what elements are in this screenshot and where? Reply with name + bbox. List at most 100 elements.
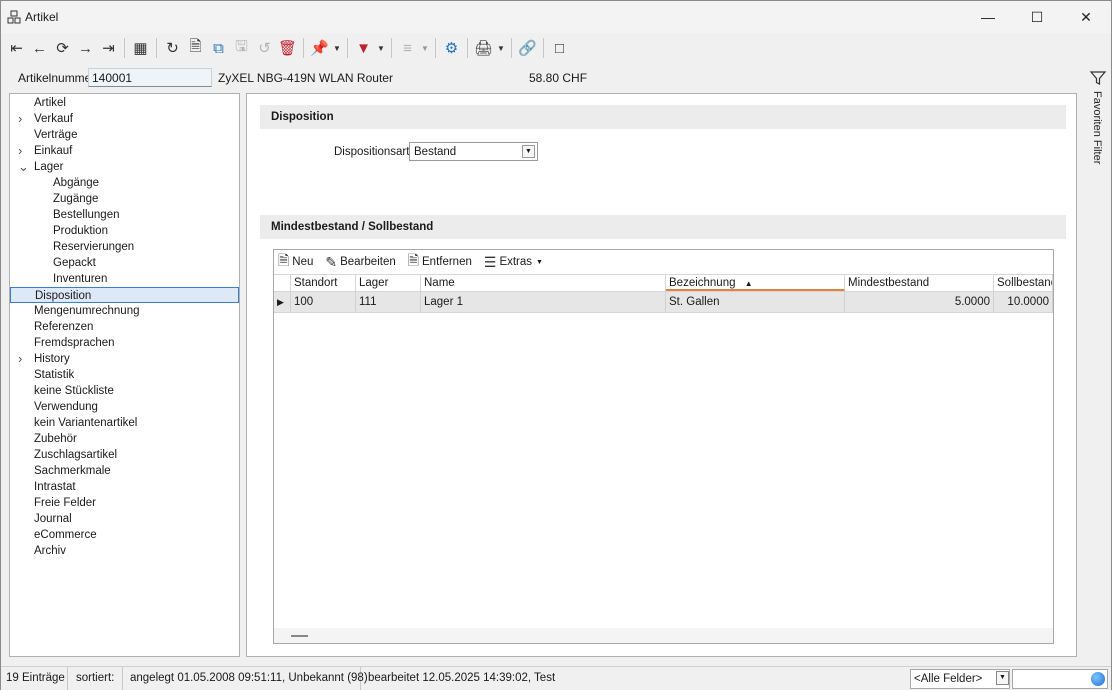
tree-item[interactable]: ⌄ Lager	[10, 159, 239, 175]
tree-item[interactable]: Sachmerkmale	[10, 463, 239, 479]
chevron-right-icon[interactable]: ›	[18, 143, 22, 159]
tree-item-label: Freie Felder	[34, 497, 96, 509]
last-record-icon[interactable]: ⇥	[97, 36, 120, 60]
layout-icon[interactable]: □	[548, 36, 571, 60]
column-header-mindestbestand[interactable]: Mindestbestand	[845, 275, 994, 291]
disposition-type-select[interactable]: Bestand ▼	[409, 142, 538, 161]
tree-item[interactable]: Intrastat	[10, 479, 239, 495]
tree-item[interactable]: Zubehör	[10, 431, 239, 447]
tree-item[interactable]: Disposition	[10, 287, 239, 303]
tree-item[interactable]: eCommerce	[10, 527, 239, 543]
tree-item[interactable]: Freie Felder	[10, 495, 239, 511]
tree-item[interactable]: keine Stückliste	[10, 383, 239, 399]
tree-item[interactable]: Zugänge	[10, 191, 239, 207]
edit-button-label: Bearbeiten	[340, 256, 396, 268]
tree-dropdown-icon[interactable]: ▼	[419, 36, 431, 60]
tree-item[interactable]: Abgänge	[10, 175, 239, 191]
remove-button[interactable]: 🗎 Entfernen	[408, 250, 472, 274]
favorites-filter-tab[interactable]: Favoriten Filter	[1091, 91, 1103, 164]
column-header-standort[interactable]: Standort	[291, 275, 356, 291]
table-row[interactable]: ▶ 100 111 Lager 1 St. Gallen 5.0000 10.0…	[274, 292, 1053, 313]
refresh-icon[interactable]: ↻	[161, 36, 184, 60]
tree-item-label: Referenzen	[34, 321, 94, 333]
link-icon[interactable]: 🔗	[516, 36, 539, 60]
tree-item[interactable]: › Einkauf	[10, 143, 239, 159]
close-button[interactable]: ✕	[1063, 1, 1109, 33]
new-button[interactable]: 🗎 Neu	[278, 250, 313, 274]
next-record-icon[interactable]: →	[74, 36, 97, 60]
column-header-bezeichnung[interactable]: Bezeichnung ▲	[666, 275, 845, 291]
column-header-name[interactable]: Name	[421, 275, 666, 291]
status-sorted: sortiert:	[71, 667, 123, 690]
copy-icon[interactable]: ⧉	[207, 36, 230, 60]
edit-button[interactable]: ✎ Bearbeiten	[325, 254, 395, 271]
grid-header: Standort Lager Name Bezeichnung ▲ Mindes…	[274, 274, 1053, 292]
minimize-button[interactable]: —	[965, 1, 1011, 33]
tree-item[interactable]: Mengenumrechnung	[10, 303, 239, 319]
title-bar: Artikel — ☐ ✕	[1, 1, 1111, 33]
tree-item[interactable]: Journal	[10, 511, 239, 527]
undo-icon[interactable]: ↺	[253, 36, 276, 60]
save-icon[interactable]: 🖫	[230, 36, 253, 60]
table-view-icon[interactable]: ▦	[129, 36, 152, 60]
toolbar-separator	[435, 38, 436, 58]
tree-item-label: Zuschlagsartikel	[34, 449, 118, 461]
tree-item-label: Fremdsprachen	[34, 337, 115, 349]
new-document-icon[interactable]: 🗎	[184, 36, 207, 60]
tree-item[interactable]: kein Variantenartikel	[10, 415, 239, 431]
chevron-down-icon[interactable]: ▼	[522, 145, 535, 158]
tree-item-label: Mengenumrechnung	[34, 305, 140, 317]
extras-button[interactable]: ☰ Extras ▼	[484, 254, 543, 271]
tree-item[interactable]: Statistik	[10, 367, 239, 383]
tree-icon[interactable]: ≡	[396, 36, 419, 60]
tree-item-label: History	[34, 353, 70, 365]
tree-item[interactable]: Bestellungen	[10, 207, 239, 223]
grid-footer-handle[interactable]	[291, 635, 308, 637]
tree-item[interactable]: Verträge	[10, 127, 239, 143]
chevron-right-icon[interactable]: ›	[18, 351, 22, 367]
row-pointer-icon: ▶	[274, 292, 291, 312]
chevron-down-icon[interactable]: ⌄	[18, 159, 29, 175]
pin-dropdown-icon[interactable]: ▼	[331, 36, 343, 60]
tree-item[interactable]: Artikel	[10, 95, 239, 111]
search-input[interactable]	[1012, 669, 1108, 689]
tree-item[interactable]: Zuschlagsartikel	[10, 447, 239, 463]
field-select[interactable]: <Alle Felder>	[910, 669, 1010, 689]
tree-item[interactable]: › History	[10, 351, 239, 367]
delete-icon[interactable]: 🗑	[276, 36, 299, 60]
tree-item[interactable]: › Verkauf	[10, 111, 239, 127]
article-number-field[interactable]: 140001	[88, 68, 212, 87]
chevron-right-icon[interactable]: ›	[18, 111, 22, 127]
funnel-icon[interactable]	[1089, 69, 1107, 87]
status-bar: 19 Einträge sortiert: angelegt 01.05.200…	[1, 666, 1111, 690]
tree-item[interactable]: Inventuren	[10, 271, 239, 287]
first-record-icon[interactable]: ⇤	[5, 36, 28, 60]
tree-item-label: Archiv	[34, 545, 66, 557]
globe-icon[interactable]	[1091, 672, 1105, 686]
tree-item[interactable]: Fremdsprachen	[10, 335, 239, 351]
tree-item[interactable]: Referenzen	[10, 319, 239, 335]
tree-item[interactable]: Archiv	[10, 543, 239, 559]
tree-item-label: Einkauf	[34, 145, 73, 157]
tree-item-label: Statistik	[34, 369, 75, 381]
maximize-button[interactable]: ☐	[1014, 1, 1060, 33]
disposition-type-value: Bestand	[414, 146, 457, 158]
tree-item[interactable]: Produktion	[10, 223, 239, 239]
print-icon[interactable]: 🖨	[472, 36, 495, 60]
tree-item[interactable]: Gepackt	[10, 255, 239, 271]
filter-dropdown-icon[interactable]: ▼	[375, 36, 387, 60]
column-header-sollbestand[interactable]: Sollbestand	[994, 275, 1053, 291]
column-header-lager[interactable]: Lager	[356, 275, 421, 291]
previous-record-icon[interactable]: ←	[28, 36, 51, 60]
cell-name: Lager 1	[421, 292, 666, 312]
tree-item[interactable]: Verwendung	[10, 399, 239, 415]
history-icon[interactable]: ⟳	[51, 36, 74, 60]
print-dropdown-icon[interactable]: ▼	[495, 36, 507, 60]
settings-icon[interactable]: ⚙	[440, 36, 463, 60]
pin-icon[interactable]: 📌	[308, 36, 331, 60]
chevron-down-icon[interactable]: ▼	[996, 671, 1009, 685]
toolbar-separator	[543, 38, 544, 58]
tree-item[interactable]: Reservierungen	[10, 239, 239, 255]
menu-icon: ☰	[483, 253, 497, 270]
filter-icon[interactable]: ▼	[352, 36, 375, 60]
